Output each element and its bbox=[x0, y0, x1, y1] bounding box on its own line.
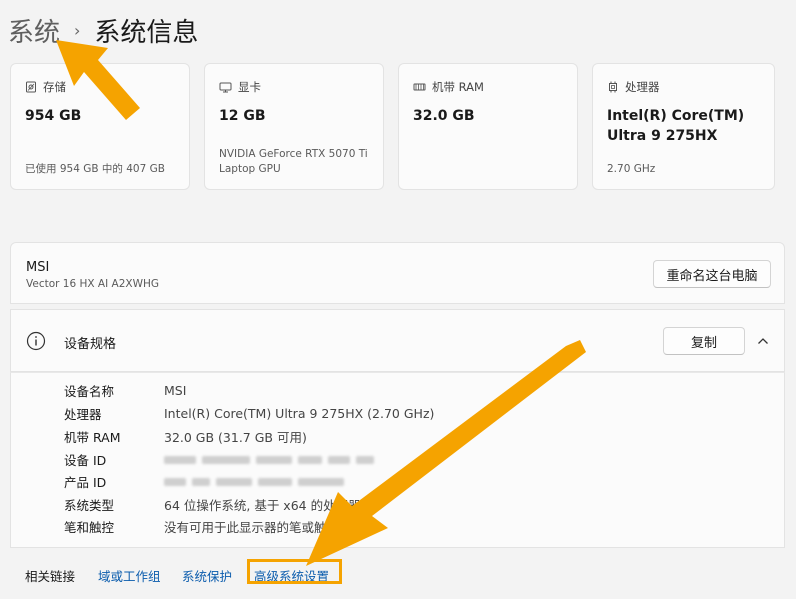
related-links-label: 相关链接 bbox=[25, 569, 76, 584]
spec-value: Intel(R) Core(TM) Ultra 9 275HX (2.70 GH… bbox=[164, 405, 435, 421]
highlight-box bbox=[247, 559, 342, 584]
spec-key: 设备名称 bbox=[64, 383, 115, 399]
device-name: MSI bbox=[26, 260, 50, 275]
spec-value: 没有可用于此显示器的笔或触控输入 bbox=[164, 519, 365, 535]
spec-row: 设备 ID bbox=[64, 449, 380, 469]
spec-row: 系统类型 64 位操作系统, 基于 x64 的处理器 bbox=[64, 494, 361, 514]
system-protection-link[interactable]: 系统保护 bbox=[182, 566, 232, 585]
spec-value: MSI bbox=[164, 382, 187, 398]
cpu-icon bbox=[609, 81, 617, 93]
storage-value: 954 GB bbox=[25, 108, 82, 124]
ram-label: 机带 RAM bbox=[432, 80, 484, 94]
gpu-label: 显卡 bbox=[238, 80, 261, 94]
device-id-redacted bbox=[164, 452, 380, 467]
domain-workgroup-link[interactable]: 域或工作组 bbox=[98, 566, 161, 585]
breadcrumb: 系统 › 系统信息 bbox=[8, 12, 198, 48]
storage-label: 存储 bbox=[43, 80, 66, 94]
info-icon bbox=[26, 331, 46, 351]
copy-button[interactable]: 复制 bbox=[663, 327, 745, 355]
cpu-value: Intel(R) Core(TM) Ultra 9 275HX bbox=[607, 108, 745, 144]
gpu-card: 显卡 12 GB NVIDIA GeForce RTX 5070 Ti Lapt… bbox=[204, 63, 384, 190]
spec-value: 32.0 GB (31.7 GB 可用) bbox=[164, 429, 307, 445]
cpu-card: 处理器 Intel(R) Core(TM) Ultra 9 275HX 2.70… bbox=[592, 63, 775, 190]
chevron-up-icon[interactable] bbox=[757, 336, 769, 346]
gpu-value: 12 GB bbox=[219, 108, 266, 124]
cpu-frequency: 2.70 GHz bbox=[607, 163, 656, 175]
rename-pc-button[interactable]: 重命名这台电脑 bbox=[653, 260, 771, 288]
spec-row: 笔和触控 没有可用于此显示器的笔或触控输入 bbox=[64, 516, 364, 536]
spec-key: 机带 RAM bbox=[64, 429, 121, 445]
device-name-panel: MSI Vector 16 HX AI A2XWHG 重命名这台电脑 bbox=[10, 242, 785, 304]
storage-icon bbox=[26, 81, 36, 93]
chevron-right-icon: › bbox=[74, 20, 81, 40]
spec-row: 机带 RAM 32.0 GB (31.7 GB 可用) bbox=[64, 426, 307, 446]
device-specs-title: 设备规格 bbox=[64, 337, 117, 352]
gpu-name: NVIDIA GeForce RTX 5070 Ti Laptop GPU bbox=[219, 148, 368, 175]
ram-card: 机带 RAM 32.0 GB bbox=[398, 63, 578, 190]
spec-row: 设备名称 MSI bbox=[64, 380, 186, 400]
related-links-bar: 相关链接 域或工作组 系统保护 高级系统设置 bbox=[10, 548, 785, 599]
spec-key: 产品 ID bbox=[64, 474, 107, 490]
device-specs-header[interactable]: 设备规格 复制 bbox=[10, 309, 785, 372]
storage-card: 存储 954 GB 已使用 954 GB 中的 407 GB bbox=[10, 63, 190, 190]
gpu-icon bbox=[219, 82, 232, 93]
ram-value: 32.0 GB bbox=[413, 108, 475, 124]
spec-row: 产品 ID bbox=[64, 471, 350, 491]
cpu-label: 处理器 bbox=[625, 80, 660, 94]
spec-key: 处理器 bbox=[64, 406, 102, 422]
storage-usage: 已使用 954 GB 中的 407 GB bbox=[25, 163, 165, 175]
product-id-redacted bbox=[164, 474, 350, 489]
spec-key: 笔和触控 bbox=[64, 519, 115, 535]
ram-icon bbox=[413, 83, 426, 91]
spec-value: 64 位操作系统, 基于 x64 的处理器 bbox=[164, 497, 361, 513]
spec-key: 系统类型 bbox=[64, 497, 115, 513]
breadcrumb-parent-link[interactable]: 系统 bbox=[8, 12, 60, 49]
page-title: 系统信息 bbox=[94, 17, 199, 48]
spec-row: 处理器 Intel(R) Core(TM) Ultra 9 275HX (2.7… bbox=[64, 403, 434, 423]
device-model: Vector 16 HX AI A2XWHG bbox=[26, 278, 160, 290]
spec-key: 设备 ID bbox=[64, 452, 107, 468]
